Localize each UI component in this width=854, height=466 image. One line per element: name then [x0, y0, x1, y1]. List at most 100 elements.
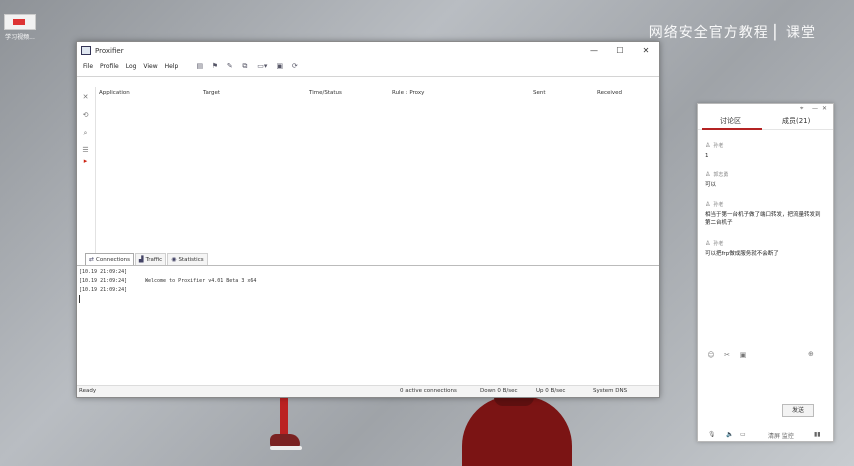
panel-tabs: 讨论区 成员(21): [698, 113, 833, 130]
panel-footer: 🎙 🔈 ▭ 清屏 监控 ▮▮: [698, 429, 833, 441]
user-icon: ♙: [705, 240, 711, 247]
chat-message: ♙ 郭志勇 可以: [705, 171, 825, 189]
wallpaper-figure-body: [462, 388, 572, 466]
chat-toolbar: ☺ ✂ ▣: [706, 350, 754, 360]
message-author: 孙老: [713, 202, 724, 208]
video-watermark: 网络安全官方教程 ▏课堂: [648, 25, 816, 41]
advanced-dropdown-icon[interactable]: ▭▾: [255, 62, 269, 71]
menu-help[interactable]: Help: [165, 63, 179, 70]
file-thumbnail: [4, 14, 36, 30]
status-upload-rate: Up 0 B/sec: [536, 388, 566, 394]
signal-icon: ▮▮: [814, 431, 821, 438]
menu-view[interactable]: View: [143, 63, 157, 70]
connections-table-header: Application Target Time/Status Rule : Pr…: [95, 87, 659, 99]
reload-icon[interactable]: ⟳: [290, 62, 299, 71]
panel-controls: ⌖ — ✕: [698, 104, 833, 113]
column-received[interactable]: Received: [597, 90, 622, 96]
window-title: Proxifier: [95, 46, 124, 55]
log-timestamp: [10.19 21:09:24]: [79, 287, 128, 293]
menu-file[interactable]: File: [83, 63, 93, 70]
chat-message: ♙ 孙老 可以把frp做成服务就不会断了: [705, 240, 825, 258]
text-cursor: [79, 295, 80, 303]
tab-divider: [77, 265, 659, 266]
tab-label: Statistics: [178, 256, 204, 263]
log-message: Welcome to Proxifier v4.01 Beta 3 x64: [145, 278, 257, 284]
message-text: 1: [705, 153, 709, 159]
message-author: 孙老: [713, 143, 724, 149]
side-toolbar: ✕ ⟲ ⌕ ☰ ▸: [77, 87, 96, 253]
desktop-file-label: 学习视频...: [5, 34, 35, 41]
desktop-file-icon[interactable]: 学习视频...: [2, 14, 38, 44]
connections-scrollbar[interactable]: [655, 99, 659, 249]
tab-statistics[interactable]: ◉ Statistics: [167, 253, 208, 265]
log-line: [10.19 21:09:24]: [79, 268, 655, 277]
user-icon: ♙: [705, 171, 711, 178]
expand-arrow-icon[interactable]: ▸: [81, 157, 90, 166]
message-author: 孙老: [713, 241, 724, 247]
maximize-button[interactable]: ☐: [607, 42, 633, 59]
proxification-rules-icon[interactable]: ✎: [225, 62, 234, 71]
more-icon[interactable]: ⊕: [808, 350, 814, 358]
status-download-rate: Down 0 B/sec: [480, 388, 518, 394]
tab-discussion[interactable]: 讨论区: [720, 116, 741, 126]
minimize-button[interactable]: —: [581, 42, 607, 59]
close-connection-icon[interactable]: ✕: [81, 93, 90, 102]
column-target[interactable]: Target: [203, 90, 220, 96]
emoji-icon[interactable]: ☺: [706, 350, 716, 360]
user-icon: ♙: [705, 142, 711, 149]
status-ready: Ready: [79, 388, 97, 394]
chat-message: ♙ 孙老 1: [705, 142, 825, 160]
log-output[interactable]: [10.19 21:09:24] [10.19 21:09:24] Welcome…: [79, 268, 655, 386]
column-rule-proxy[interactable]: Rule : Proxy: [392, 90, 424, 96]
menu-bar: File Profile Log View Help ▤ ⚑ ✎ ⧉ ▭▾ ▣ …: [77, 59, 659, 74]
column-time-status[interactable]: Time/Status: [309, 90, 342, 96]
chat-message: ♙ 孙老 相当于第一台机子做了端口转发，把流量转发到第二台机子: [705, 201, 825, 227]
new-profile-icon[interactable]: ▤: [195, 62, 204, 71]
log-line: [10.19 21:09:24]: [79, 286, 655, 295]
menu-log[interactable]: Log: [126, 63, 137, 70]
title-bar[interactable]: Proxifier — ☐ ✕: [77, 42, 659, 59]
message-text: 可以: [705, 182, 717, 188]
bottom-tabs: ⇄ Connections ▟ Traffic ◉ Statistics: [85, 253, 209, 265]
status-bar: Ready 0 active connections Down 0 B/sec …: [77, 385, 659, 397]
speaker-icon[interactable]: 🔈: [726, 431, 733, 438]
screen-icon[interactable]: ▭: [740, 431, 746, 438]
message-author: 郭志勇: [713, 172, 729, 178]
proxifier-app-icon: [81, 46, 91, 55]
status-active-connections: 0 active connections: [400, 388, 457, 394]
column-sent[interactable]: Sent: [533, 90, 546, 96]
status-dns: System DNS: [593, 388, 628, 394]
save-icon[interactable]: ▣: [275, 62, 284, 71]
menu-profile[interactable]: Profile: [100, 63, 119, 70]
close-button[interactable]: ✕: [633, 42, 659, 59]
tab-members[interactable]: 成员(21): [782, 116, 810, 126]
minimize-icon[interactable]: —: [812, 105, 818, 112]
connections-icon: ⇄: [89, 256, 95, 263]
message-text: 相当于第一台机子做了端口转发，把流量转发到第二台机子: [705, 212, 821, 226]
user-icon: ♙: [705, 201, 711, 208]
list-icon[interactable]: ☰: [81, 146, 90, 155]
mic-icon[interactable]: 🎙: [708, 431, 716, 438]
scissors-icon[interactable]: ✂: [722, 350, 732, 360]
close-icon[interactable]: ✕: [822, 105, 827, 112]
send-button[interactable]: 发送: [782, 404, 814, 417]
toolbar-divider: [77, 76, 659, 77]
name-resolution-icon[interactable]: ⧉: [240, 62, 249, 71]
tab-connections[interactable]: ⇄ Connections: [85, 253, 135, 265]
active-tab-indicator: [702, 128, 762, 130]
pin-icon[interactable]: ⌖: [800, 105, 803, 113]
search-icon[interactable]: ⌕: [81, 129, 90, 138]
discussion-panel: ⌖ — ✕ 讨论区 成员(21) ♙ 孙老 1 ♙ 郭志勇 可以 ♙ 孙老 相当于第一…: [697, 103, 834, 442]
log-timestamp: [10.19 21:09:24]: [79, 269, 128, 275]
refresh-icon[interactable]: ⟲: [81, 111, 90, 120]
toolbar: ▤ ⚑ ✎ ⧉ ▭▾ ▣ ⟳: [195, 62, 305, 71]
tab-label: Traffic: [145, 256, 163, 263]
statistics-icon: ◉: [171, 256, 177, 263]
log-line: [10.19 21:09:24] Welcome to Proxifier v4.…: [79, 277, 655, 286]
column-application[interactable]: Application: [99, 90, 130, 96]
tab-label: Connections: [96, 256, 131, 263]
traffic-chart-icon: ▟: [139, 256, 144, 263]
proxy-servers-icon[interactable]: ⚑: [210, 62, 219, 71]
tab-traffic[interactable]: ▟ Traffic: [135, 253, 167, 265]
image-icon[interactable]: ▣: [738, 350, 748, 360]
